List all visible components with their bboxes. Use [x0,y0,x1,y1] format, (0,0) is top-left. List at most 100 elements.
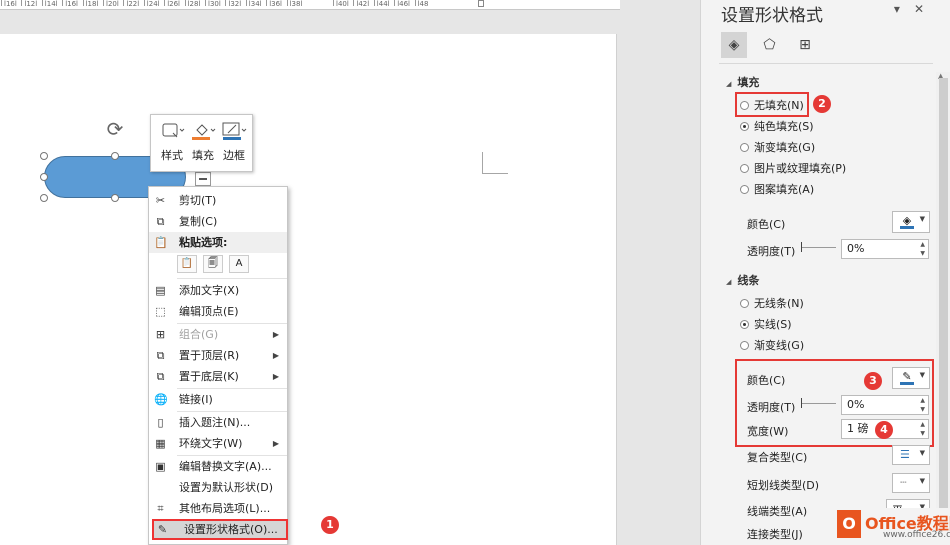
submenu-arrow-icon: ▶ [272,330,279,339]
menu-label: 环绕文字(W) [179,437,243,450]
caption-icon: ▯ [157,416,164,429]
ruler-tick-label: l16l [62,0,78,8]
ruler-tick-label: l28l [184,0,201,8]
highlight-line-settings [735,359,934,447]
radio-label: 图片或纹理填充(P) [754,162,847,175]
menu-item-add-text[interactable]: ▤ 添加文字(X) [149,280,287,301]
resize-handle[interactable] [40,152,48,160]
ruler-tick-label: l44l [373,0,390,8]
menu-item-copy[interactable]: ⧉ 复制(C) [149,211,287,232]
dash-type-dropdown[interactable]: ┄ ▼ [892,473,930,493]
radio-indicator [740,143,749,152]
radio-pattern-fill[interactable]: 图案填充(A) [740,182,814,198]
radio-picture-fill[interactable]: 图片或纹理填充(P) [740,161,846,177]
size-layout-icon: ⊞ [799,37,811,53]
layout-options-icon[interactable] [195,172,211,186]
logo-url: www.office26.com [883,530,950,540]
tab-fill-line[interactable]: ◈ [721,32,747,58]
menu-item-bring-to-front[interactable]: ⧉ 置于顶层(R) ▶ [149,345,287,366]
paint-bucket-icon [189,121,217,141]
tab-effects[interactable]: ⬠ [757,32,783,58]
radio-no-line[interactable]: 无线条(N) [740,296,804,312]
menu-item-wrap-text[interactable]: ▦ 环绕文字(W) ▶ [149,433,287,454]
menu-label: 添加文字(X) [179,284,240,297]
menu-item-edit-alt-text[interactable]: ▣ 编辑替换文字(A)... [149,456,287,477]
compound-type-dropdown[interactable]: ☰ ▼ [892,445,930,465]
document-canvas [0,10,700,545]
menu-item-set-default-shape[interactable]: 设置为默认形状(D) [149,477,287,498]
close-icon[interactable]: ✕ [914,2,938,16]
menu-item-format-shape[interactable]: ✎ 设置形状格式(O)... [152,519,288,540]
compound-type-label: 复合类型(C) [747,451,808,464]
menu-label: 编辑替换文字(A)... [179,460,272,473]
ruler-indent-marker[interactable] [478,0,484,7]
menu-separator [177,278,287,279]
menu-item-edit-points[interactable]: ⬚ 编辑顶点(E) [149,301,287,322]
ruler-tick-label: l46l [394,0,410,8]
resize-handle[interactable] [111,194,119,202]
fill-transparency-slider[interactable] [801,242,836,252]
rotate-handle-icon[interactable]: ⟳ [104,118,126,140]
style-label: 样式 [161,149,183,162]
menu-item-insert-caption[interactable]: ▯ 插入题注(N)... [149,412,287,433]
section-line[interactable]: 线条 [726,272,759,288]
paste-picture-icon[interactable]: 🗐 [203,255,223,273]
wrap-text-icon: ▦ [155,437,166,450]
radio-label: 无线条(N) [754,297,804,310]
paste-text-only-icon[interactable]: A [229,255,249,273]
ruler-tick-label: l20l [103,0,119,8]
menu-label: 设置形状格式(O)... [184,523,278,536]
menu-item-send-to-back[interactable]: ⧉ 置于底层(K) ▶ [149,366,287,387]
paste-keep-source-icon[interactable]: 📋 [177,255,197,273]
ruler-tick-label: l24l [143,0,160,8]
resize-handle[interactable] [40,173,48,181]
tab-layout-properties[interactable]: ⊞ [792,32,818,58]
chevron-down-icon: ▼ [919,215,925,223]
ruler-tick-label: l38l [286,0,303,8]
mini-toolbar: 样式 填充 边框 [150,114,253,172]
radio-label: 图案填充(A) [754,183,815,196]
menu-label: 剪切(T) [179,194,217,207]
office-tutorial-logo: O Office教程网 www.office26.com [835,508,950,545]
margin-corner-marker [482,152,508,174]
fill-transparency-input[interactable]: 0% ▲ ▼ [841,239,929,259]
radio-solid-line[interactable]: 实线(S) [740,317,792,333]
style-button[interactable]: 样式 [157,121,187,167]
context-menu: ✂ 剪切(T) ⧉ 复制(C) 📋 粘贴选项: 📋 🗐 A ▤ 添加文字(X) ⬚ 编辑顶点(… [148,186,288,545]
document-page [0,34,617,545]
fill-color-picker[interactable]: ◈ ▼ [892,211,930,233]
menu-item-cut[interactable]: ✂ 剪切(T) [149,190,287,211]
border-button[interactable]: 边框 [219,121,249,167]
pentagon-icon: ⬠ [763,37,776,53]
ruler-tick-label: l34l [245,0,262,8]
menu-item-more-layout-options[interactable]: ⌗ 其他布局选项(L)... [149,498,287,519]
menu-header-paste-options: 📋 粘贴选项: [149,232,287,253]
paint-bucket-icon: ◈ [728,37,740,53]
group-icon: ⊞ [155,328,166,341]
radio-indicator [740,164,749,173]
pane-scrollbar[interactable]: ▲ [936,72,950,545]
radio-solid-fill[interactable]: 纯色填充(S) [740,119,814,135]
radio-gradient-line[interactable]: 渐变线(G) [740,338,804,354]
menu-item-link[interactable]: 🌐 链接(I) [149,389,287,410]
pane-title: 设置形状格式 [721,6,823,26]
section-fill[interactable]: 填充 [726,74,759,90]
step-badge-4: 4 [875,421,893,439]
bring-to-front-icon: ⧉ [156,349,165,362]
scrollbar-thumb[interactable] [939,78,948,516]
pane-options-chevron-icon[interactable]: ▾ [894,2,914,16]
menu-label: 链接(I) [179,393,213,406]
ruler-tick-label: l42l [353,0,370,8]
radio-gradient-fill[interactable]: 渐变填充(G) [740,140,815,156]
radio-label: 渐变线(G) [754,339,805,352]
step-badge-3: 3 [864,372,882,390]
highlight-no-fill [735,92,809,117]
pane-controls: ▾✕ [894,2,938,16]
ruler-tick-label: l40l [333,0,349,8]
resize-handle[interactable] [111,152,119,160]
menu-label: 编辑顶点(E) [179,305,239,318]
fill-button[interactable]: 填充 [188,121,218,167]
spinner-arrows-icon[interactable]: ▲ ▼ [920,240,925,258]
resize-handle[interactable] [40,194,48,202]
step-badge-2: 2 [813,95,831,113]
